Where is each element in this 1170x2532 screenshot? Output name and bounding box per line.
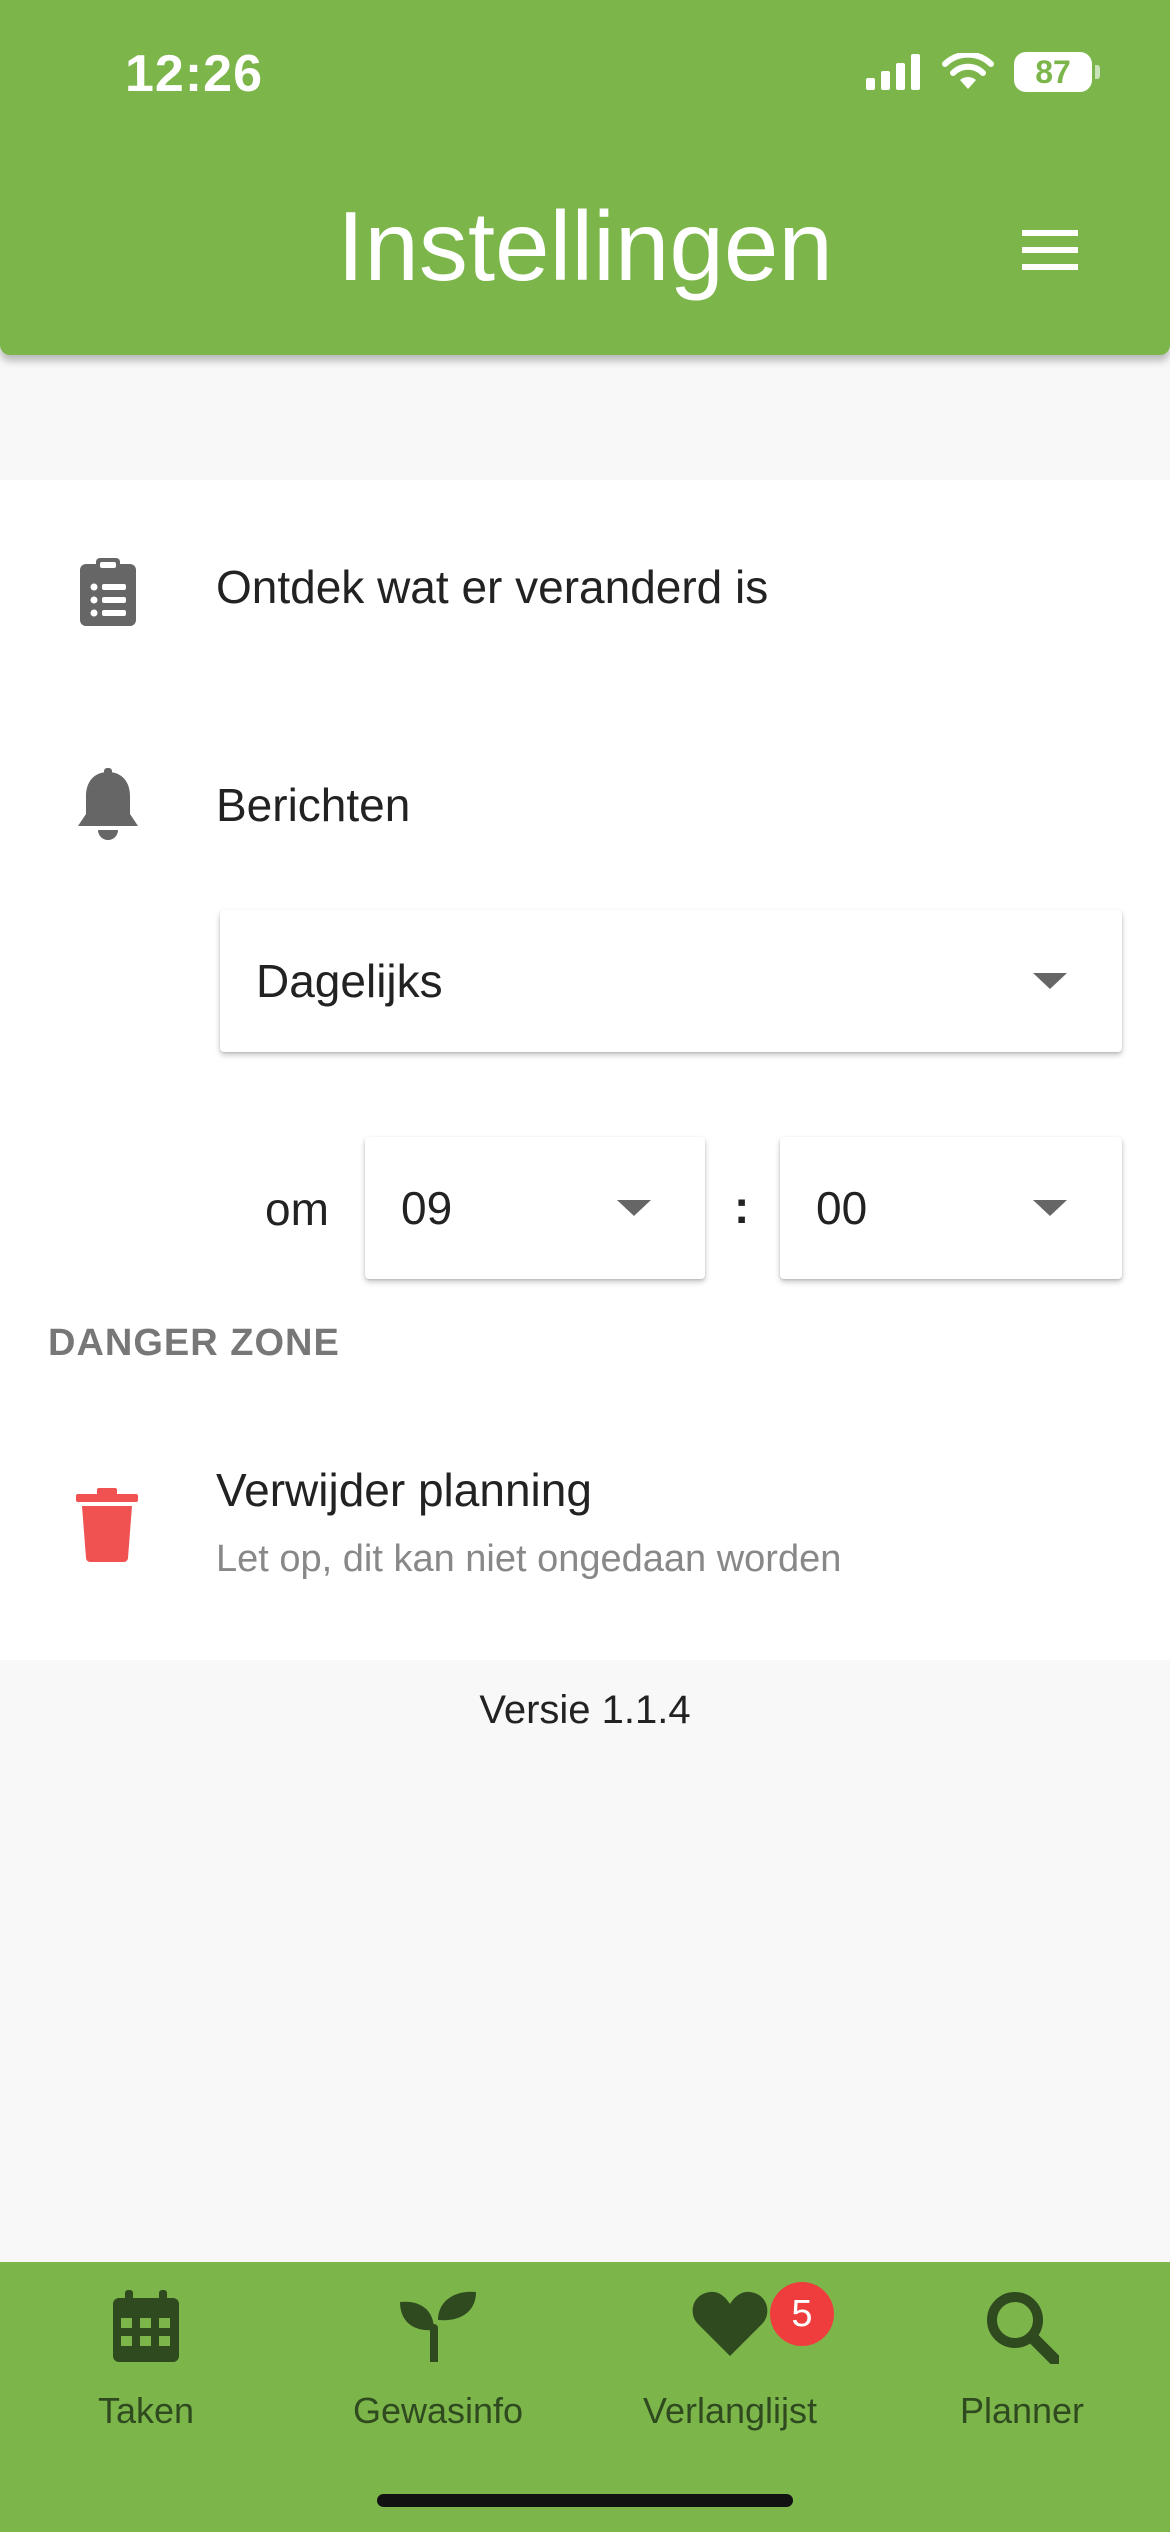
signal-icon (866, 54, 920, 90)
nav-label-verlanglijst: Verlanglijst (642, 2390, 818, 2431)
bottom-nav: Taken Gewasinfo 5 Verlanglijst Planner (0, 2262, 1170, 2532)
calendar-icon (113, 2290, 179, 2362)
changelog-label: Ontdek wat er veranderd is (216, 561, 769, 613)
notifications-label: Berichten (216, 779, 411, 831)
wishlist-count-badge: 5 (770, 2282, 834, 2346)
time-separator: : (734, 1181, 750, 1233)
nav-item-planner[interactable]: Planner (876, 2282, 1168, 2482)
heart-icon (692, 2291, 768, 2356)
sprout-icon (400, 2291, 476, 2362)
wifi-icon (942, 53, 994, 89)
minute-select[interactable]: 00 (780, 1137, 1122, 1279)
app-header: 12:26 87 Instellingen (0, 0, 1170, 355)
nav-label-gewasinfo: Gewasinfo (352, 2390, 524, 2431)
trash-icon (76, 1488, 138, 1562)
nav-label-taken: Taken (97, 2390, 195, 2431)
minute-value: 00 (816, 1182, 868, 1234)
battery-icon: 87 (1014, 52, 1100, 92)
chevron-down-icon (1033, 1200, 1067, 1216)
hour-select[interactable]: 09 (365, 1137, 705, 1279)
app-screen: 12:26 87 Instellingen Ontdek wat er vera… (0, 0, 1170, 2532)
nav-icon-wrap (0, 2290, 292, 2370)
status-icons: 87 (866, 52, 1100, 92)
danger-zone-heading: DANGER ZONE (48, 1322, 340, 1364)
clipboard-icon (80, 558, 136, 626)
home-indicator (377, 2494, 793, 2507)
delete-planning-title: Verwijder planning (216, 1464, 592, 1516)
hour-value: 09 (401, 1182, 453, 1234)
version-label: Versie 1.1.4 (479, 1688, 691, 1732)
chevron-down-icon (1033, 973, 1067, 989)
hamburger-menu-icon[interactable] (1022, 228, 1078, 272)
page-title: Instellingen (337, 191, 833, 301)
nav-icon-wrap (584, 2290, 876, 2370)
nav-label-planner: Planner (959, 2390, 1085, 2431)
frequency-select[interactable]: Dagelijks (220, 910, 1122, 1052)
status-time: 12:26 (125, 45, 263, 103)
nav-item-verlanglijst[interactable]: 5 Verlanglijst (584, 2282, 876, 2482)
nav-item-gewasinfo[interactable]: Gewasinfo (292, 2282, 584, 2482)
search-icon (987, 2292, 1059, 2364)
nav-item-taken[interactable]: Taken (0, 2282, 292, 2482)
delete-planning-subtitle: Let op, dit kan niet ongedaan worden (216, 1538, 842, 1580)
time-prefix-label: om (265, 1183, 329, 1235)
frequency-value: Dagelijks (256, 955, 443, 1007)
nav-icon-wrap (292, 2290, 584, 2370)
nav-icon-wrap (876, 2290, 1168, 2370)
chevron-down-icon (617, 1200, 651, 1216)
bell-icon (78, 768, 138, 840)
